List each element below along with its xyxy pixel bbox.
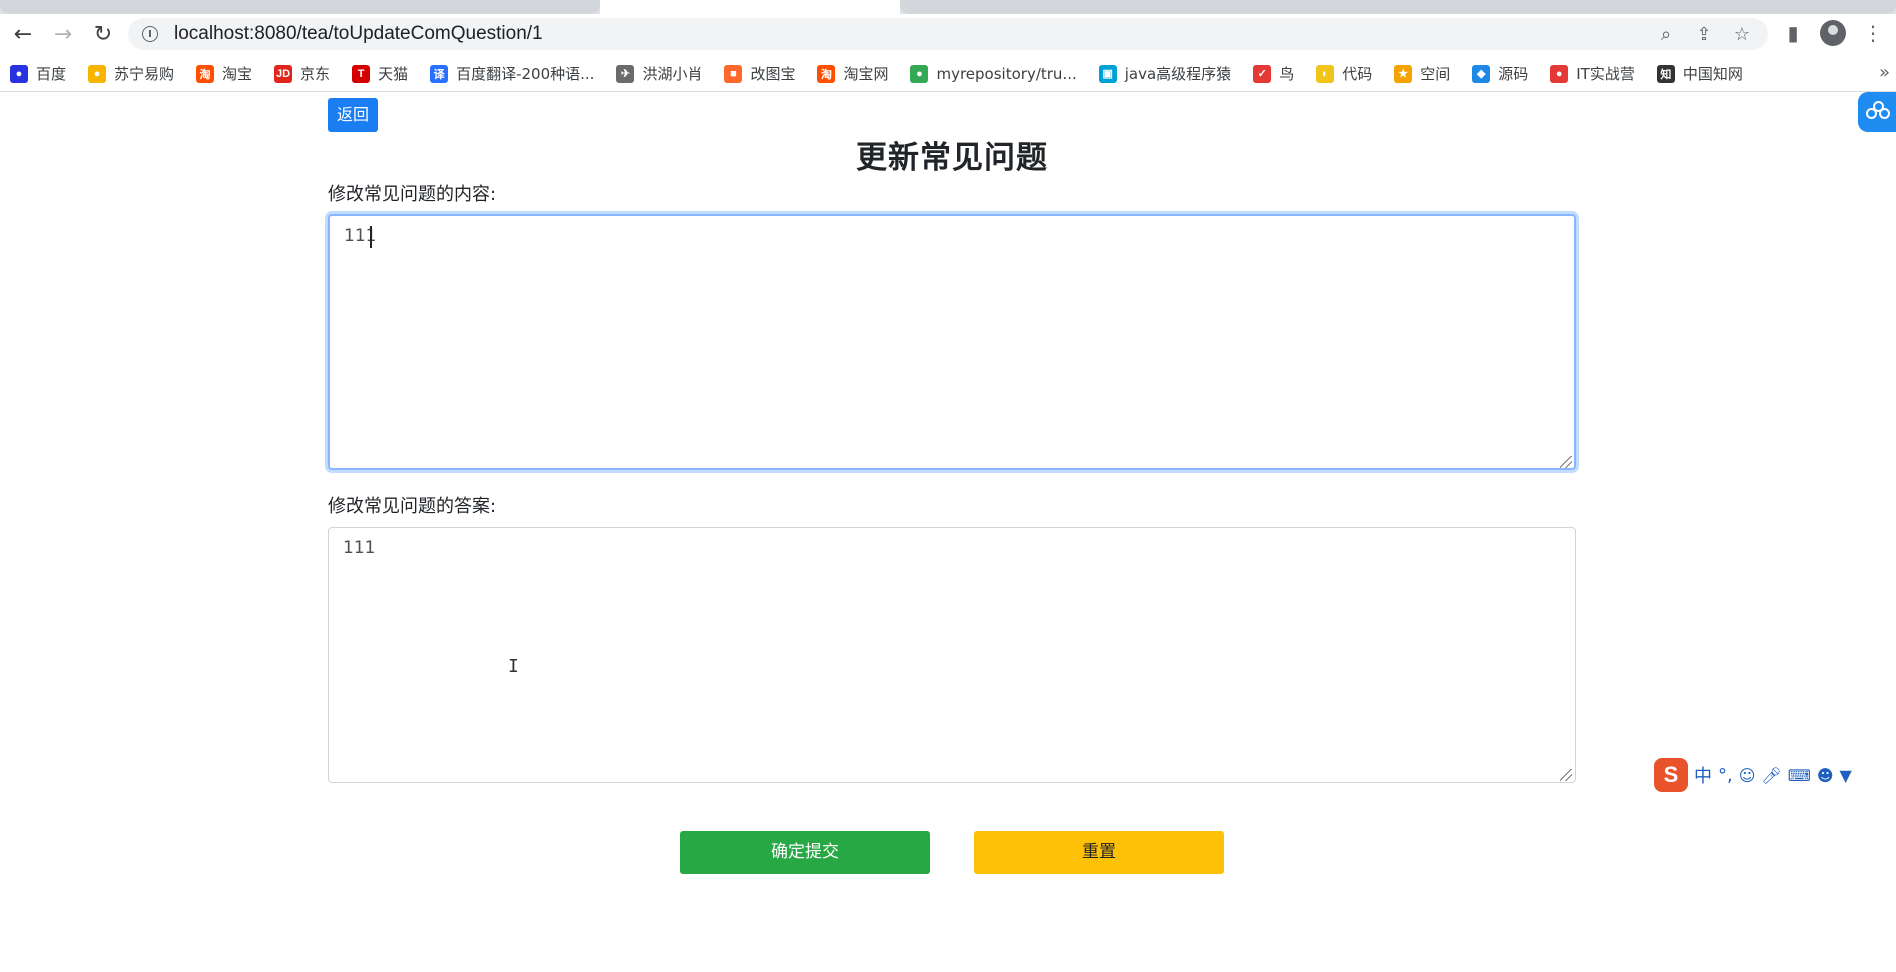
chrome-icon: ● <box>1550 64 1569 83</box>
bird-icon: ✈ <box>616 64 635 83</box>
bookmark-item[interactable]: ✓ 鸟 <box>1253 63 1294 84</box>
zoom-icon[interactable]: ⌕ <box>1654 22 1678 46</box>
browser-tab[interactable] <box>900 0 1896 14</box>
site-info-icon[interactable] <box>142 26 158 42</box>
cnki-icon: 知 <box>1656 64 1675 83</box>
bookmark-label: 百度 <box>36 65 67 83</box>
bookmark-item[interactable]: 知中国知网 <box>1656 63 1743 84</box>
tmall-icon: T <box>352 64 371 83</box>
side-panel-icon[interactable]: ▮ <box>1780 18 1806 48</box>
text-caret <box>370 226 372 248</box>
bookmark-label: 代码 <box>1342 65 1373 83</box>
bookmark-label: 百度翻译-200种语... <box>456 65 595 83</box>
resize-grip-icon[interactable] <box>1560 769 1572 781</box>
bookmark-label: myrepository/tru... <box>936 64 1077 83</box>
bird-icon: ✓ <box>1253 64 1272 83</box>
ime-toolbar: S 中 °, ☺ 🎤︎ ⌨ ☻ ▼ <box>1654 758 1852 792</box>
code-icon: ◐ <box>1316 64 1335 83</box>
bookmark-label: 淘宝网 <box>843 65 889 83</box>
chrome-icon: ● <box>910 64 929 83</box>
sogou-logo-icon[interactable]: S <box>1654 758 1688 792</box>
bookmark-item[interactable]: 淘淘宝 <box>196 63 252 84</box>
skin-shirt-icon[interactable]: ▼ <box>1840 766 1852 785</box>
bookmark-label: 中国知网 <box>1682 65 1743 83</box>
bookmark-item[interactable]: 译百度翻译-200种语... <box>430 63 594 84</box>
baidu-translate-icon: 译 <box>430 64 449 83</box>
bookmark-item[interactable]: ▣ java高级程序猿 <box>1098 63 1232 84</box>
ibeam-cursor-icon: I <box>508 656 519 677</box>
profile-avatar-icon[interactable] <box>1820 20 1846 46</box>
bookmark-item[interactable]: ● myrepository/tru... <box>910 64 1077 83</box>
bookmark-item[interactable]: 淘淘宝网 <box>817 63 888 84</box>
menu-kebab-icon[interactable]: ⋮ <box>1860 18 1886 48</box>
content-textarea[interactable]: 111 <box>328 214 1576 470</box>
suning-icon: ● <box>88 64 107 83</box>
bookmark-item[interactable]: T 天猫 <box>352 63 408 84</box>
more-bookmarks-icon[interactable]: » <box>1879 62 1890 83</box>
taobao-icon: 淘 <box>817 64 836 83</box>
submit-button[interactable]: 确定提交 <box>680 831 930 874</box>
share-icon[interactable]: ⇪ <box>1692 22 1716 46</box>
bookmark-item[interactable]: ■ 改图宝 <box>724 63 795 84</box>
bookmark-item[interactable]: ★ 空间 <box>1394 63 1450 84</box>
reset-button[interactable]: 重置 <box>974 831 1224 874</box>
page-content: 返回 更新常见问题 修改常见问题的内容: 111 修改常见问题的答案: 111 … <box>0 92 1896 972</box>
bookmark-label: 源码 <box>1498 65 1529 83</box>
bookmark-item[interactable]: ◆ 源码 <box>1472 63 1528 84</box>
address-bar[interactable]: localhost:8080/tea/toUpdateComQuestion/1… <box>128 18 1768 50</box>
bookmark-item[interactable]: ● 苏宁易购 <box>88 63 174 84</box>
microphone-icon[interactable]: 🎤︎ <box>1761 766 1781 785</box>
bookmark-item[interactable]: ● 百度 <box>10 63 66 84</box>
bookmark-label: IT实战营 <box>1576 65 1635 83</box>
ime-mode-toggle[interactable]: 中 <box>1694 762 1712 788</box>
content-label: 修改常见问题的内容: <box>328 184 497 205</box>
bookmark-item[interactable]: ✈ 洪湖小肖 <box>616 63 702 84</box>
bookmark-label: 鸟 <box>1279 65 1295 83</box>
bookmark-item[interactable]: ◐ 代码 <box>1316 63 1372 84</box>
bookmark-label: 京东 <box>300 65 331 83</box>
tab-strip <box>0 0 1896 14</box>
bookmark-star-icon[interactable]: ☆ <box>1730 22 1754 46</box>
cloud-sync-widget[interactable] <box>1858 92 1896 132</box>
browser-tab[interactable] <box>0 0 600 14</box>
bookmark-label: 苏宁易购 <box>114 65 175 83</box>
bookmark-label: 淘宝 <box>222 65 253 83</box>
bookmark-item[interactable]: JD 京东 <box>274 63 330 84</box>
bilibili-icon: ▣ <box>1098 64 1117 83</box>
bookmark-label: 空间 <box>1420 65 1451 83</box>
back-arrow-icon[interactable]: ← <box>6 17 40 51</box>
gaitubao-icon: ■ <box>724 64 743 83</box>
browser-toolbar: ← → ↻ localhost:8080/tea/toUpdateComQues… <box>0 14 1896 54</box>
bookmark-label: 天猫 <box>378 65 409 83</box>
answer-textarea[interactable]: 111 <box>328 527 1576 783</box>
keyboard-icon[interactable]: ⌨ <box>1788 766 1811 785</box>
bookmark-label: java高级程序猿 <box>1124 65 1232 83</box>
emoji-icon[interactable]: ☺ <box>1739 766 1756 785</box>
bookmark-item[interactable]: ● IT实战营 <box>1550 63 1635 84</box>
qzone-icon: ★ <box>1394 64 1413 83</box>
back-button[interactable]: 返回 <box>328 98 378 132</box>
bookmarks-bar: ● 百度 ● 苏宁易购淘淘宝 JD 京东 T 天猫译百度翻译-200种语... ✈ 洪湖小肖 ■ 改图… <box>0 56 1896 92</box>
bookmark-label: 改图宝 <box>750 65 796 83</box>
resize-grip-icon[interactable] <box>1560 456 1572 468</box>
reload-icon[interactable]: ↻ <box>86 17 120 51</box>
page-title: 更新常见问题 <box>856 140 1048 176</box>
browser-tab-active[interactable] <box>600 0 900 14</box>
ime-punctuation-toggle[interactable]: °, <box>1718 765 1733 786</box>
user-icon[interactable]: ☻ <box>1817 766 1834 785</box>
answer-label: 修改常见问题的答案: <box>328 496 497 517</box>
baidu-paw-icon: ● <box>10 64 28 83</box>
forward-arrow-icon[interactable]: → <box>46 17 80 51</box>
fish-icon: ◆ <box>1472 64 1491 83</box>
address-url[interactable]: localhost:8080/tea/toUpdateComQuestion/1 <box>174 23 543 45</box>
taobao-icon: 淘 <box>196 64 215 83</box>
bookmark-label: 洪湖小肖 <box>642 65 703 83</box>
jd-icon: JD <box>274 64 293 83</box>
cloud-icon <box>1866 101 1890 120</box>
